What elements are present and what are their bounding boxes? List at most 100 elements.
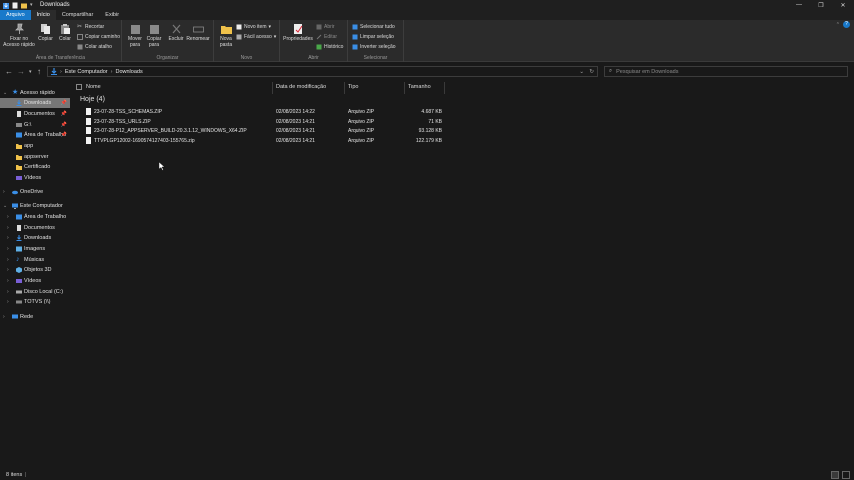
chevron-right-icon[interactable]: ›	[7, 289, 9, 295]
select-all-button[interactable]: Selecionar tudo	[352, 24, 395, 30]
chevron-right-icon[interactable]: ›	[7, 257, 9, 263]
chevron-right-icon[interactable]: ›	[7, 246, 9, 252]
chevron-right-icon[interactable]: ›	[3, 189, 5, 195]
sidebar-pc-music[interactable]: › ♪ Músicas	[0, 255, 70, 265]
search-box[interactable]: ⌕ Pesquisar em Downloads	[604, 66, 848, 77]
sidebar-item-app[interactable]: app	[0, 141, 70, 151]
refresh-icon[interactable]: ↻	[589, 69, 594, 75]
minimize-button[interactable]: —	[788, 0, 810, 10]
file-row[interactable]: TTVPLGP12002-1690574127403-155765.zip 02…	[84, 136, 784, 146]
select-none-button[interactable]: Limpar seleção	[352, 34, 394, 40]
new-folder-icon[interactable]	[21, 2, 27, 9]
maximize-button[interactable]: ❐	[810, 0, 832, 10]
tab-view[interactable]: Exibir	[99, 10, 125, 20]
easy-access-button[interactable]: Fácil acesso ▾	[236, 34, 276, 40]
sidebar-label: Este Computador	[20, 203, 63, 209]
column-header-modified[interactable]: Data de modificação	[276, 82, 326, 92]
new-folder-button[interactable]: Nova pasta	[217, 23, 235, 48]
details-view-button[interactable]	[831, 471, 839, 479]
chevron-down-icon[interactable]: ⌄	[3, 90, 7, 96]
sidebar-item-downloads[interactable]: Downloads 📌	[0, 98, 70, 108]
chevron-right-icon[interactable]: ›	[7, 267, 9, 273]
select-all-checkbox[interactable]	[76, 84, 82, 90]
large-icons-view-button[interactable]	[842, 471, 850, 479]
address-path[interactable]: › Este Computador › Downloads ⌄ ↻	[47, 66, 598, 77]
copy-path-button[interactable]: Copiar caminho	[77, 34, 120, 40]
breadcrumb-this-pc[interactable]: Este Computador	[65, 69, 108, 75]
recent-locations-chevron-icon[interactable]: ▾	[29, 69, 32, 75]
sidebar-pc-local-disk[interactable]: › Disco Local (C:)	[0, 287, 70, 297]
column-header-name[interactable]: Nome	[86, 82, 101, 92]
column-header-type[interactable]: Tipo	[348, 82, 359, 92]
hard-drive-icon	[16, 290, 22, 294]
history-button[interactable]: Histórico	[316, 44, 343, 50]
help-icon[interactable]: ?	[843, 21, 850, 28]
file-row[interactable]: 23-07-28-TSS_URLS.ZIP 02/08/2023 14:21 A…	[84, 117, 784, 127]
properties-icon[interactable]	[12, 2, 18, 9]
sidebar-pc-downloads[interactable]: › Downloads	[0, 233, 70, 243]
column-header-size[interactable]: Tamanho	[408, 82, 431, 92]
properties-button[interactable]: Propriedades	[282, 23, 314, 43]
sidebar-item-desktop[interactable]: Área de Trabalho 📌	[0, 130, 70, 140]
back-arrow-icon[interactable]: ←	[5, 67, 13, 76]
sidebar-this-pc[interactable]: ⌄ Este Computador	[0, 201, 70, 211]
chevron-right-icon[interactable]: ›	[7, 235, 9, 241]
address-dropdown-icon[interactable]: ⌄	[579, 69, 584, 75]
edit-button[interactable]: Editar	[316, 34, 337, 40]
pin-quick-access-button[interactable]: Fixar no Acesso rápido	[3, 23, 35, 48]
downloads-location-icon	[51, 68, 57, 75]
select-none-icon	[352, 34, 358, 40]
sidebar-label: Acesso rápido	[20, 90, 55, 96]
paste-shortcut-button[interactable]: Colar atalho	[77, 44, 112, 50]
tab-share[interactable]: Compartilhar	[56, 10, 99, 20]
chevron-down-icon[interactable]: ▾	[30, 2, 36, 9]
collapse-ribbon-icon[interactable]: ⌃	[836, 22, 840, 28]
status-separator: |	[25, 472, 27, 478]
group-header-today[interactable]: Hoje (4)	[80, 96, 105, 103]
forward-arrow-icon[interactable]: →	[17, 67, 25, 76]
breadcrumb-downloads[interactable]: Downloads	[116, 69, 143, 75]
new-item-button[interactable]: Novo item ▾	[236, 24, 271, 30]
invert-selection-button[interactable]: Inverter seleção	[352, 44, 396, 50]
sidebar-pc-3d-objects[interactable]: › Objetos 3D	[0, 265, 70, 275]
copy-button[interactable]: Copiar	[37, 23, 54, 43]
sidebar-pc-videos[interactable]: › Vídeos	[0, 276, 70, 286]
file-row[interactable]: 23-07-28-P12_APPSERVER_BUILD-20.3.1.12_W…	[84, 126, 784, 136]
cut-button[interactable]: ✂ Recortar	[77, 24, 104, 30]
sidebar-pc-desktop[interactable]: › Área de Trabalho	[0, 212, 70, 222]
sidebar-pc-network-drive[interactable]: › TOTVS (\\)	[0, 297, 70, 307]
chevron-right-icon[interactable]: ›	[7, 299, 9, 305]
paste-button[interactable]: Colar	[57, 23, 73, 43]
move-to-button[interactable]: Mover para	[126, 23, 144, 48]
sidebar-item-videos[interactable]: Vídeos	[0, 173, 70, 183]
sidebar-quick-access[interactable]: ⌄ ★ Acesso rápido	[0, 88, 70, 98]
column-separator[interactable]	[344, 82, 345, 94]
copy-to-button[interactable]: Copiar para	[145, 23, 163, 48]
new-item-label: Novo item	[244, 24, 267, 30]
sidebar-onedrive[interactable]: › OneDrive	[0, 187, 70, 197]
sidebar-pc-documents[interactable]: › Documentos	[0, 223, 70, 233]
chevron-right-icon[interactable]: ›	[7, 225, 9, 231]
sidebar-item-certificado[interactable]: Certificado	[0, 162, 70, 172]
sidebar-item-documentos[interactable]: Documentos 📌	[0, 109, 70, 119]
chevron-right-icon[interactable]: ›	[7, 278, 9, 284]
column-separator[interactable]	[444, 82, 445, 94]
file-row[interactable]: 23-07-28-TSS_SCHEMAS.ZIP 02/08/2023 14:2…	[84, 107, 784, 117]
tab-home[interactable]: Início	[30, 10, 56, 20]
sidebar-network[interactable]: › Rede	[0, 312, 70, 322]
column-separator[interactable]	[404, 82, 405, 94]
chevron-down-icon[interactable]: ⌄	[3, 203, 7, 209]
open-button[interactable]: Abrir	[316, 24, 335, 30]
tab-file[interactable]: Arquivo	[0, 10, 31, 20]
up-arrow-icon[interactable]: ↑	[37, 67, 41, 76]
sidebar-pc-images[interactable]: › Imagens	[0, 244, 70, 254]
column-separator[interactable]	[272, 82, 273, 94]
close-button[interactable]: ✕	[832, 0, 854, 10]
chevron-right-icon[interactable]: ›	[7, 214, 9, 220]
sidebar-item-g-drive[interactable]: G:\ 📌	[0, 120, 70, 130]
delete-button[interactable]: Excluir	[167, 23, 185, 43]
sidebar-item-appserver[interactable]: appserver	[0, 152, 70, 162]
zip-file-icon	[86, 117, 91, 125]
chevron-right-icon[interactable]: ›	[3, 314, 5, 320]
rename-button[interactable]: Renomear	[186, 23, 210, 43]
